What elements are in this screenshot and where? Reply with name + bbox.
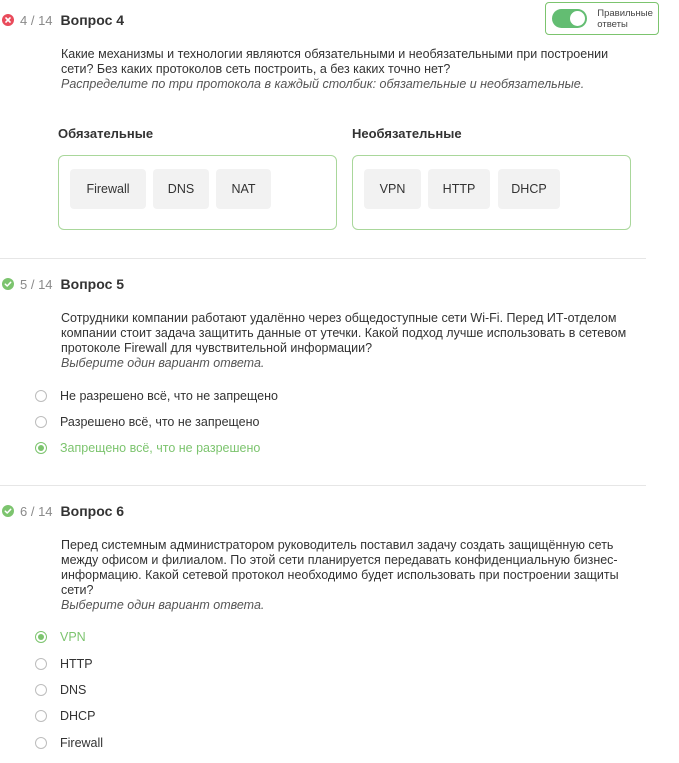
question-body: Какие механизмы и технологии являются об… xyxy=(61,47,641,92)
question-header: 6 / 14 Вопрос 6 xyxy=(0,500,124,522)
radio-button[interactable] xyxy=(35,710,47,722)
question-counter: 6 / 14 xyxy=(20,503,53,519)
option-label: DNS xyxy=(60,683,87,697)
answer-option[interactable]: Firewall xyxy=(35,734,103,752)
drag-chip[interactable]: DHCP xyxy=(498,169,560,209)
option-label: VPN xyxy=(60,630,86,644)
answer-option[interactable]: DHCP xyxy=(35,707,95,725)
toggle-knob xyxy=(570,11,586,26)
option-label: Не разрешено всё, что не запрещено xyxy=(60,389,278,403)
question-text: Сотрудники компании работают удалённо че… xyxy=(61,311,627,355)
radio-button[interactable] xyxy=(35,416,47,428)
question-text: Перед системным администратором руководи… xyxy=(61,538,619,597)
option-label: Firewall xyxy=(60,736,104,750)
correct-icon xyxy=(2,505,14,517)
radio-button[interactable] xyxy=(35,658,47,670)
answer-option[interactable]: Не разрешено всё, что не запрещено xyxy=(35,387,278,405)
radio-button-selected[interactable] xyxy=(35,442,47,454)
question-hint: Выберите один вариант ответа. xyxy=(61,356,265,370)
answer-option-selected[interactable]: VPN xyxy=(35,628,86,646)
answer-option-selected[interactable]: Запрещено всё, что не разрешено xyxy=(35,439,260,457)
correct-icon xyxy=(2,278,14,290)
column-heading-required: Обязательные xyxy=(58,126,154,141)
option-label: Разрешено всё, что не запрещено xyxy=(60,415,260,429)
radio-button[interactable] xyxy=(35,684,47,696)
question-title: Вопрос 5 xyxy=(60,276,125,292)
option-label: Запрещено всё, что не разрешено xyxy=(60,441,261,455)
answer-option[interactable]: HTTP xyxy=(35,655,93,673)
question-counter: 5 / 14 xyxy=(20,276,53,292)
question-hint: Распределите по три протокола в каждый с… xyxy=(61,77,585,91)
dropzone-optional[interactable]: VPN HTTP DHCP xyxy=(352,155,631,230)
answer-option[interactable]: DNS xyxy=(35,681,86,699)
dropzone-required[interactable]: Firewall DNS NAT xyxy=(58,155,337,230)
question-title: Вопрос 6 xyxy=(60,503,125,519)
question-header: 5 / 14 Вопрос 5 xyxy=(0,273,124,295)
answer-option[interactable]: Разрешено всё, что не запрещено xyxy=(35,413,259,431)
question-header: 4 / 14 Вопрос 4 xyxy=(0,9,124,31)
drag-chip[interactable]: VPN xyxy=(364,169,421,209)
column-heading-optional: Необязательные xyxy=(352,126,462,141)
question-hint: Выберите один вариант ответа. xyxy=(61,598,265,612)
radio-button-selected[interactable] xyxy=(35,631,47,643)
question-body: Сотрудники компании работают удалённо че… xyxy=(61,311,641,371)
toggle-switch[interactable] xyxy=(552,9,588,28)
divider xyxy=(0,258,646,259)
option-label: HTTP xyxy=(60,657,93,671)
radio-button[interactable] xyxy=(35,737,47,749)
drag-chip[interactable]: DNS xyxy=(153,169,209,209)
drag-chip[interactable]: NAT xyxy=(216,169,271,209)
question-counter: 4 / 14 xyxy=(20,12,53,28)
question-title: Вопрос 4 xyxy=(60,12,125,28)
correct-answers-toggle[interactable]: Правильные ответы xyxy=(545,2,659,35)
question-body: Перед системным администратором руководи… xyxy=(61,538,641,613)
question-text: Какие механизмы и технологии являются об… xyxy=(61,47,609,76)
divider xyxy=(0,485,646,486)
toggle-label: Правильные ответы xyxy=(597,7,653,30)
drag-chip[interactable]: Firewall xyxy=(70,169,146,209)
option-label: DHCP xyxy=(60,709,96,723)
drag-chip[interactable]: HTTP xyxy=(428,169,490,209)
radio-button[interactable] xyxy=(35,390,47,402)
incorrect-icon xyxy=(2,14,14,26)
